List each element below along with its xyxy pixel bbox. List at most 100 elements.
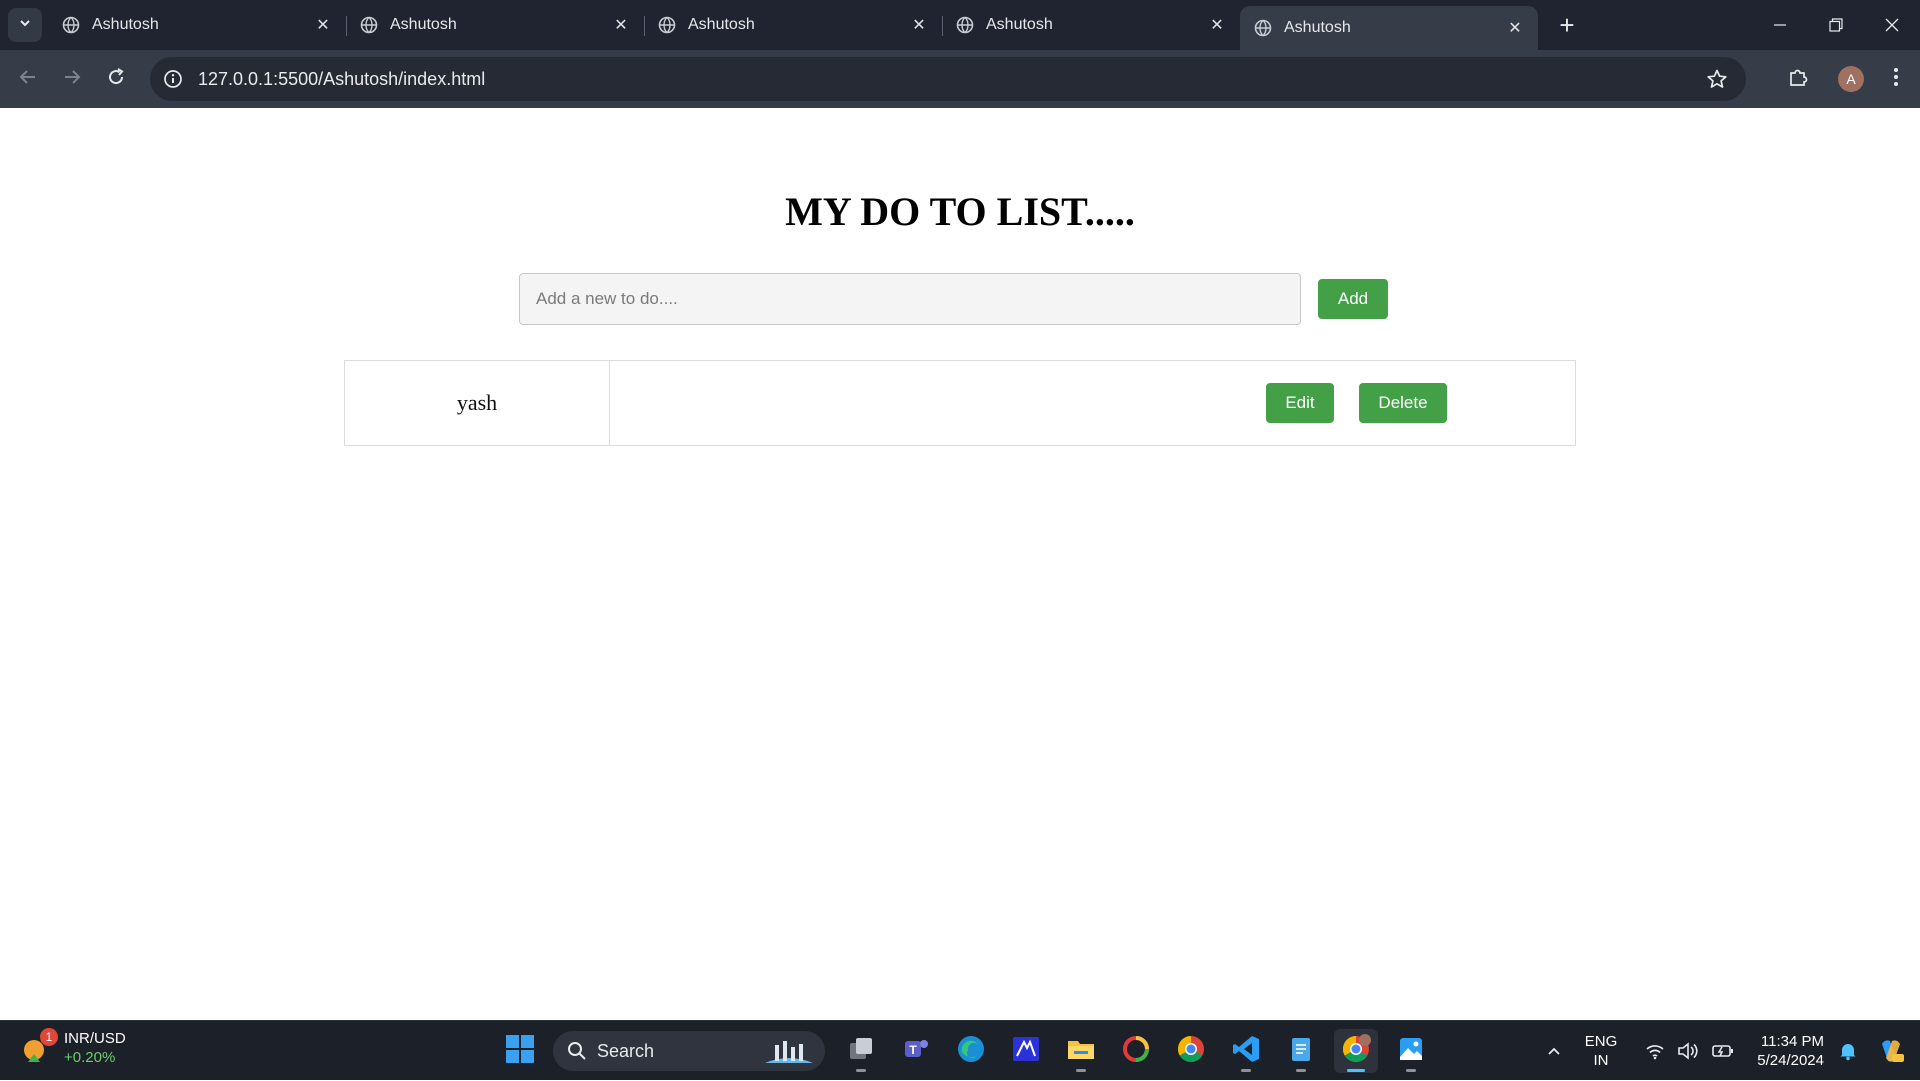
color-app[interactable]	[1114, 1029, 1158, 1073]
svg-text:T: T	[909, 1043, 917, 1057]
running-indicator	[1347, 1069, 1365, 1072]
delete-button[interactable]: Delete	[1359, 383, 1447, 423]
currency-widget-icon: 1	[20, 1028, 58, 1066]
tab-title: Ashutosh	[390, 16, 457, 33]
browser-tab[interactable]: Ashutosh ✕	[942, 0, 1240, 50]
globe-icon	[62, 16, 80, 34]
start-button[interactable]	[498, 1029, 542, 1073]
toolbar-right: A	[1778, 50, 1920, 108]
app-icon	[1011, 1034, 1041, 1069]
notification-bell-icon[interactable]	[1838, 1041, 1858, 1061]
notification-badge: 1	[40, 1028, 58, 1046]
chrome-profile-app[interactable]	[1334, 1029, 1378, 1073]
running-indicator	[1076, 1069, 1086, 1072]
photos-app[interactable]	[1389, 1029, 1433, 1073]
page-title: MY DO TO LIST.....	[785, 189, 1135, 234]
language-indicator[interactable]: ENG IN	[1585, 1032, 1618, 1070]
teams-icon: T	[902, 1035, 930, 1068]
edge-app[interactable]	[949, 1029, 993, 1073]
new-tab-button[interactable]: +	[1550, 8, 1584, 42]
close-icon[interactable]: ✕	[312, 14, 334, 36]
copilot-icon[interactable]	[1876, 1036, 1906, 1066]
minimize-button[interactable]	[1752, 0, 1808, 50]
chevron-down-icon	[18, 16, 32, 35]
quick-settings[interactable]	[1639, 1042, 1741, 1060]
globe-icon	[1254, 19, 1272, 37]
vscode-icon	[1231, 1034, 1261, 1069]
close-icon[interactable]: ✕	[908, 14, 930, 36]
notepad-app[interactable]	[1279, 1029, 1323, 1073]
weather-finance-widget[interactable]: 1 INR/USD +0.20%	[20, 1028, 126, 1067]
restore-button[interactable]	[1808, 0, 1864, 50]
site-info-icon[interactable]	[162, 68, 184, 90]
puzzle-icon	[1787, 66, 1809, 93]
reload-icon	[106, 67, 126, 92]
browser-menu-button[interactable]	[1886, 59, 1906, 99]
profile-avatar[interactable]: A	[1838, 66, 1864, 92]
plus-icon: +	[1559, 9, 1575, 40]
edit-button[interactable]: Edit	[1266, 383, 1334, 423]
chevron-up-icon[interactable]	[1539, 1043, 1569, 1059]
close-window-button[interactable]	[1864, 0, 1920, 50]
close-icon[interactable]: ✕	[1206, 14, 1228, 36]
browser-tab-active[interactable]: Ashutosh ✕	[1240, 6, 1538, 50]
tab-list: Ashutosh ✕ Ashutosh ✕ Ashutosh ✕ Ashutos…	[48, 0, 1538, 50]
volume-icon	[1677, 1042, 1699, 1060]
windows-taskbar: 1 INR/USD +0.20% Search T ENG IN 11:34 P…	[0, 1020, 1920, 1080]
close-icon[interactable]: ✕	[610, 14, 632, 36]
vscode-app[interactable]	[1224, 1029, 1268, 1073]
todo-row: yash Edit Delete	[344, 360, 1576, 446]
todo-text: yash	[345, 361, 610, 445]
clock-date: 5/24/2024	[1757, 1052, 1824, 1069]
reload-button[interactable]	[96, 59, 136, 99]
task-view-button[interactable]	[839, 1029, 883, 1073]
widget-title: INR/USD	[64, 1030, 126, 1047]
url-text: 127.0.0.1:5500/Ashutosh/index.html	[198, 68, 486, 89]
search-icon	[567, 1041, 587, 1061]
region-code: IN	[1593, 1052, 1609, 1069]
running-indicator	[1406, 1069, 1416, 1072]
language-code: ENG	[1584, 1033, 1618, 1050]
forward-button[interactable]	[52, 59, 92, 99]
file-explorer-app[interactable]	[1059, 1029, 1103, 1073]
app-launcher[interactable]	[1004, 1029, 1048, 1073]
arrow-right-icon	[62, 67, 82, 92]
globe-icon	[360, 16, 378, 34]
address-bar[interactable]: 127.0.0.1:5500/Ashutosh/index.html	[150, 57, 1746, 101]
browser-tab[interactable]: Ashutosh ✕	[644, 0, 943, 50]
extensions-button[interactable]	[1778, 59, 1818, 99]
back-button[interactable]	[8, 59, 48, 99]
battery-icon	[1711, 1042, 1735, 1060]
search-label: Search	[597, 1040, 655, 1061]
search-highlight-icon	[761, 1035, 817, 1072]
more-vertical-icon	[1893, 67, 1899, 92]
new-todo-input[interactable]	[519, 273, 1301, 325]
teams-app[interactable]: T	[894, 1029, 938, 1073]
taskbar-search[interactable]: Search	[553, 1031, 825, 1071]
clock-time: 11:34 PM	[1760, 1033, 1824, 1050]
chrome-app[interactable]	[1169, 1029, 1213, 1073]
edge-icon	[956, 1034, 986, 1069]
browser-toolbar: 127.0.0.1:5500/Ashutosh/index.html A	[0, 50, 1920, 108]
tab-title: Ashutosh	[688, 16, 755, 33]
bookmark-star-icon[interactable]	[1702, 64, 1732, 94]
running-indicator	[856, 1069, 866, 1072]
system-tray: ENG IN 11:34 PM 5/24/2024	[1539, 1021, 1920, 1081]
app-icon	[1122, 1035, 1150, 1068]
globe-icon	[956, 16, 974, 34]
window-controls	[1752, 0, 1920, 50]
running-indicator	[1296, 1069, 1306, 1072]
page-content: MY DO TO LIST..... Add yash Edit Delete	[0, 108, 1920, 1020]
browser-tab[interactable]: Ashutosh ✕	[346, 0, 645, 50]
tab-search-button[interactable]	[8, 8, 42, 42]
taskbar-apps: Search T	[498, 1021, 1444, 1081]
clock[interactable]: 11:34 PM 5/24/2024	[1757, 1032, 1824, 1070]
notepad-icon	[1287, 1035, 1315, 1068]
todo-actions: Edit Delete	[610, 361, 1575, 445]
task-view-icon	[847, 1035, 875, 1068]
tab-title: Ashutosh	[986, 16, 1053, 33]
browser-tab[interactable]: Ashutosh ✕	[48, 0, 347, 50]
chrome-icon	[1176, 1034, 1206, 1069]
add-button[interactable]: Add	[1318, 279, 1388, 319]
close-icon[interactable]: ✕	[1504, 17, 1526, 39]
